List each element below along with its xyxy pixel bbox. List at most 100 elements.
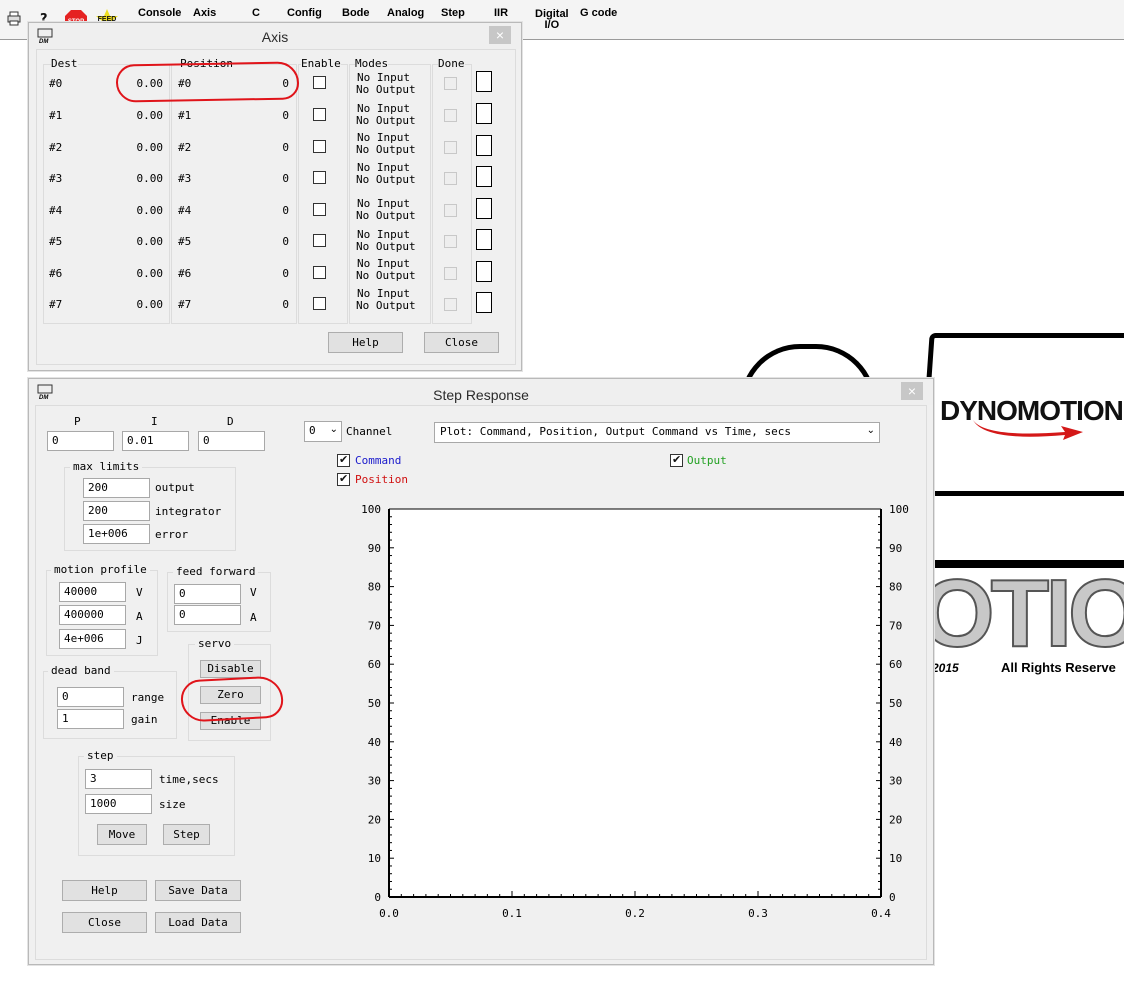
toolbar-c-button[interactable]: C	[252, 8, 260, 19]
mode-output: No Output	[356, 209, 416, 222]
step-size-input[interactable]: 1000	[85, 794, 152, 814]
i-gain-input[interactable]: 0.01	[122, 431, 189, 451]
done-checkbox	[444, 77, 457, 90]
load-data-button[interactable]: Load Data	[155, 912, 241, 933]
max-output-input[interactable]: 200	[83, 478, 150, 498]
done-header: Done	[438, 57, 465, 70]
logo-swoosh-graphic	[973, 420, 1083, 440]
mode-output: No Output	[356, 83, 416, 96]
toolbar-bode-button[interactable]: Bode	[342, 8, 370, 19]
move-button[interactable]: Move	[97, 824, 147, 845]
toolbar-digital-i-o-button[interactable]: Digital I/O	[535, 9, 569, 31]
command-checkbox[interactable]	[337, 453, 350, 467]
axis-close-button[interactable]: Close	[424, 332, 499, 353]
d-label: D	[227, 415, 234, 428]
dest-axis-label: #6	[49, 267, 63, 280]
y-tick-label-right: 40	[889, 736, 902, 749]
toolbar-step-button[interactable]: Step	[441, 8, 465, 19]
axis-window: DM Axis × Dest Position Enable Modes Don…	[28, 22, 522, 371]
enable-checkbox[interactable]	[313, 140, 326, 153]
toolbar-axis-button[interactable]: Axis	[193, 8, 216, 19]
max-error-input[interactable]: 1e+006	[83, 524, 150, 544]
ff-velocity-input[interactable]: 0	[174, 584, 241, 604]
done-checkbox	[444, 109, 457, 122]
position-value: 0	[282, 298, 289, 311]
axis-close-icon[interactable]: ×	[489, 26, 511, 44]
axis-title: Axis	[261, 29, 289, 45]
p-gain-input[interactable]: 0	[47, 431, 114, 451]
dead-band-gain-input[interactable]: 1	[57, 709, 124, 729]
step-titlebar[interactable]: DM Step Response ×	[29, 379, 933, 405]
done-indicator	[476, 229, 492, 250]
mode-output: No Output	[356, 143, 416, 156]
dest-value: 0.00	[136, 141, 164, 154]
toolbar-config-button[interactable]: Config	[287, 8, 322, 19]
step-time-input[interactable]: 3	[85, 769, 152, 789]
channel-label: Channel	[346, 425, 393, 438]
dest-value: 0.00	[136, 109, 164, 122]
output-legend-label: Output	[687, 454, 727, 467]
position-axis-label: #1	[178, 109, 192, 122]
step-response-window: DM Step Response × P I D 0 0.01 0 max li…	[28, 378, 934, 965]
acceleration-input[interactable]: 400000	[59, 605, 126, 625]
step-close-icon[interactable]: ×	[901, 382, 923, 400]
enable-checkbox[interactable]	[313, 108, 326, 121]
enable-header: Enable	[301, 57, 341, 70]
printer-icon[interactable]	[5, 9, 25, 29]
enable-checkbox[interactable]	[313, 234, 326, 247]
toolbar-g-code-button[interactable]: G code	[580, 8, 617, 19]
step-close-button[interactable]: Close	[62, 912, 147, 933]
enable-checkbox[interactable]	[313, 171, 326, 184]
y-tick-label-right: 80	[889, 581, 902, 594]
dead-band-caption: dead band	[48, 665, 114, 677]
max-limits-caption: max limits	[70, 461, 143, 473]
step-button[interactable]: Step	[163, 824, 210, 845]
d-gain-input[interactable]: 0	[198, 431, 265, 451]
copyright-rights: All Rights Reserve	[1001, 660, 1116, 675]
y-tick-label-left: 20	[368, 813, 381, 826]
toolbar-console-button[interactable]: Console	[138, 8, 181, 19]
jerk-input[interactable]: 4e+006	[59, 629, 126, 649]
ff-acceleration-input[interactable]: 0	[174, 605, 241, 625]
max-output-label: output	[155, 481, 195, 494]
y-tick-label-left: 90	[368, 542, 381, 555]
position-checkbox[interactable]	[337, 472, 350, 486]
toolbar-analog-button[interactable]: Analog	[387, 8, 424, 19]
position-column	[171, 64, 297, 324]
servo-disable-button[interactable]: Disable	[200, 660, 261, 678]
step-size-label: size	[159, 798, 186, 811]
axis-titlebar[interactable]: DM Axis ×	[29, 23, 521, 49]
dead-band-range-input[interactable]: 0	[57, 687, 124, 707]
output-checkbox[interactable]	[670, 453, 683, 467]
step-response-chart[interactable]: 0 0 10 10 20 20 30 30 40 40 50 50 60 60 70 70 80 80 90 90 10…	[349, 504, 909, 924]
y-tick-label-right: 0	[889, 891, 896, 904]
enable-checkbox[interactable]	[313, 76, 326, 89]
y-tick-label-left: 10	[368, 852, 381, 865]
position-axis-label: #5	[178, 235, 192, 248]
dest-value: 0.00	[136, 204, 164, 217]
dest-axis-label: #0	[49, 77, 63, 90]
step-help-button[interactable]: Help	[62, 880, 147, 901]
y-tick-label-right: 20	[889, 813, 902, 826]
channel-value: 0	[309, 424, 316, 437]
done-checkbox	[444, 235, 457, 248]
channel-select[interactable]: 0 ⌄	[304, 421, 342, 442]
velocity-input[interactable]: 40000	[59, 582, 126, 602]
motion-profile-caption: motion profile	[51, 564, 150, 576]
plot-type-select[interactable]: Plot: Command, Position, Output Command …	[434, 422, 880, 443]
position-legend-label: Position	[355, 473, 408, 486]
done-indicator	[476, 261, 492, 282]
done-indicator	[476, 135, 492, 156]
enable-checkbox[interactable]	[313, 203, 326, 216]
ff-acceleration-label: A	[250, 611, 257, 624]
dest-axis-label: #5	[49, 235, 63, 248]
logo-big-letters: OTIO	[926, 567, 1124, 651]
y-tick-label-right: 50	[889, 697, 902, 710]
enable-checkbox[interactable]	[313, 297, 326, 310]
save-data-button[interactable]: Save Data	[155, 880, 241, 901]
enable-checkbox[interactable]	[313, 266, 326, 279]
toolbar-iir-button[interactable]: IIR	[494, 8, 508, 19]
max-integrator-input[interactable]: 200	[83, 501, 150, 521]
axis-help-button[interactable]: Help	[328, 332, 403, 353]
y-tick-label-right: 10	[889, 852, 902, 865]
